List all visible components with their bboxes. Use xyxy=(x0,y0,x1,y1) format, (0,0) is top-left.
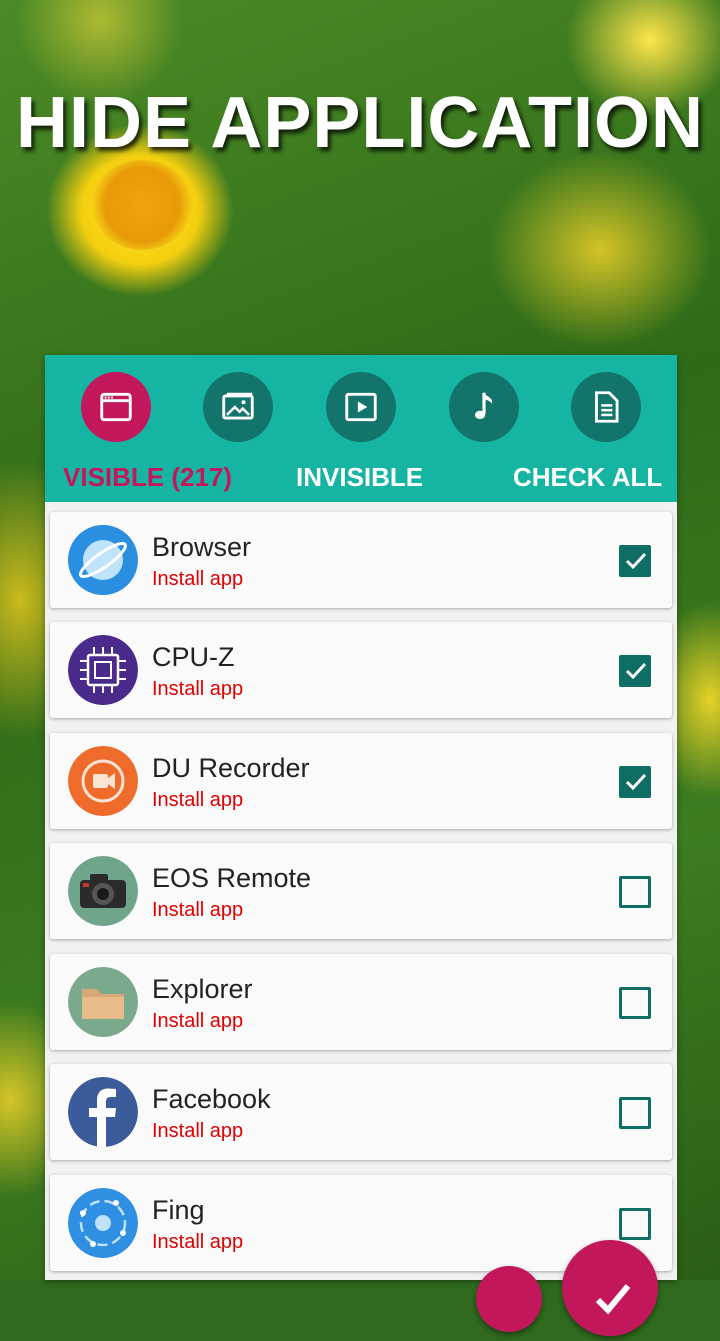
checkmark-icon xyxy=(625,662,647,680)
check-all-button[interactable]: CHECK ALL xyxy=(513,462,662,493)
tab-visible[interactable]: VISIBLE (217) xyxy=(63,462,232,493)
app-name: DU Recorder xyxy=(152,753,310,783)
app-checkbox[interactable] xyxy=(619,876,651,908)
app-checkbox[interactable] xyxy=(619,655,651,687)
video-play-icon xyxy=(345,392,377,422)
tab-invisible[interactable]: INVISIBLE xyxy=(296,462,423,493)
explorer-icon xyxy=(68,967,138,1037)
app-name: Browser xyxy=(152,532,252,562)
list-item[interactable]: Facebook Install app xyxy=(50,1064,672,1160)
app-status: Install app xyxy=(152,678,244,700)
checkmark-icon xyxy=(595,1284,631,1315)
document-icon xyxy=(595,391,619,423)
facebook-icon xyxy=(68,1077,138,1147)
app-name: Explorer xyxy=(152,974,253,1004)
fing-icon xyxy=(68,1188,138,1258)
app-checkbox[interactable] xyxy=(619,1208,651,1240)
app-status: Install app xyxy=(152,899,244,921)
checkmark-icon xyxy=(625,773,647,791)
category-apps-button[interactable] xyxy=(81,372,151,442)
du-recorder-icon xyxy=(68,746,138,816)
app-checkbox[interactable] xyxy=(619,1097,651,1129)
category-documents-button[interactable] xyxy=(571,372,641,442)
music-note-icon xyxy=(474,392,493,420)
app-name: Fing xyxy=(152,1195,205,1225)
browser-icon xyxy=(68,525,138,595)
category-music-button[interactable] xyxy=(449,372,519,442)
flower-decoration xyxy=(92,160,192,250)
confirm-fab-button[interactable] xyxy=(562,1240,658,1336)
app-name: CPU-Z xyxy=(152,642,235,672)
list-item[interactable]: EOS Remote Install app xyxy=(50,843,672,939)
list-item[interactable]: Explorer Install app xyxy=(50,954,672,1050)
app-checkbox[interactable] xyxy=(619,545,651,577)
checkmark-icon xyxy=(625,552,647,570)
app-status: Install app xyxy=(152,1231,244,1253)
category-images-button[interactable] xyxy=(203,372,273,442)
eos-remote-icon xyxy=(68,856,138,926)
app-status: Install app xyxy=(152,568,244,590)
app-status: Install app xyxy=(152,1120,244,1142)
category-videos-button[interactable] xyxy=(326,372,396,442)
app-name: Facebook xyxy=(152,1084,271,1114)
app-list-panel: VISIBLE (217) INVISIBLE CHECK ALL Browse… xyxy=(45,355,677,1280)
app-checkbox[interactable] xyxy=(619,987,651,1019)
category-header: VISIBLE (217) INVISIBLE CHECK ALL xyxy=(45,355,677,502)
list-item[interactable]: Browser Install app xyxy=(50,512,672,608)
list-item[interactable]: DU Recorder Install app xyxy=(50,733,672,829)
app-window-icon xyxy=(100,392,132,422)
app-status: Install app xyxy=(152,1010,244,1032)
app-status: Install app xyxy=(152,789,244,811)
image-icon xyxy=(222,392,254,420)
list-item[interactable]: CPU-Z Install app xyxy=(50,622,672,718)
cpu-z-icon xyxy=(68,635,138,705)
app-checkbox[interactable] xyxy=(619,766,651,798)
page-title: HIDE APPLICATION xyxy=(15,83,704,163)
secondary-fab-button[interactable] xyxy=(476,1266,542,1332)
app-name: EOS Remote xyxy=(152,863,312,893)
